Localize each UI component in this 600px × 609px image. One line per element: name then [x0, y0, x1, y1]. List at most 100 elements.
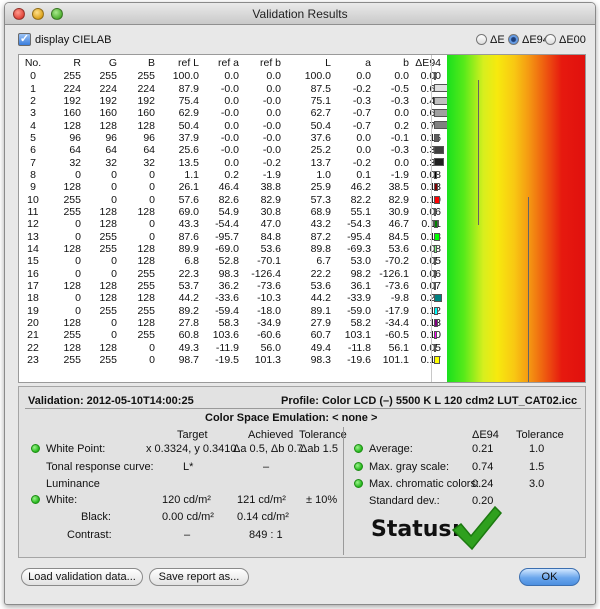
table-cell: -0.0: [262, 94, 281, 107]
average-value: 0.21: [472, 443, 494, 455]
table-cell: 0.0: [224, 94, 239, 107]
table-cell: 50.4: [310, 119, 331, 132]
column-header[interactable]: ref a: [199, 55, 239, 70]
table-cell: -73.6: [257, 280, 281, 293]
table-cell: 103.1: [344, 329, 371, 342]
column-header[interactable]: ref L: [155, 55, 199, 70]
table-cell: -0.5: [390, 82, 409, 95]
delta-e00-label: ΔE00: [559, 34, 586, 46]
column-header[interactable]: G: [81, 55, 117, 70]
table-cell: 0.0: [266, 107, 281, 120]
table-cell: 17: [27, 280, 39, 293]
table-cell: 20: [27, 317, 39, 330]
table-cell: 3: [30, 107, 36, 120]
table-row: 2 192 192 192 75.4 0.0 -0.0 75.1 -0.3 -0.3 0.49: [19, 95, 444, 107]
column-header[interactable]: R: [47, 55, 81, 70]
delta-e-bar: [434, 207, 436, 216]
table-cell: 89.1: [310, 304, 331, 317]
table-cell: 0.0: [356, 144, 371, 157]
delta-e-bar: [434, 232, 440, 241]
column-header[interactable]: b: [371, 55, 409, 70]
table-cell: 128: [99, 119, 117, 132]
table-cell: 128: [137, 292, 155, 305]
results-table-panel[interactable]: No. R G Bref Lref a ref b La b ΔE94 0 255 255 255 1…: [18, 54, 586, 383]
delta-e-radio[interactable]: [476, 34, 487, 45]
table-cell: 53.7: [178, 280, 199, 293]
ok-button[interactable]: OK: [519, 568, 580, 586]
table-cell: -0.3: [390, 94, 409, 107]
table-cell: 53.0: [350, 255, 371, 268]
table-cell: -95.7: [215, 230, 239, 243]
table-row: 9 128 0 0 26.1 46.4 38.8 25.9 46.2 38.5 0.13: [19, 181, 444, 193]
table-cell: -18.0: [257, 304, 281, 317]
white-point-achieved: Δa 0.5, Δb 0.7: [233, 443, 303, 455]
table-cell: 98.3: [218, 267, 239, 280]
table-cell: 192: [63, 94, 81, 107]
table-cell: 25.2: [310, 144, 331, 157]
column-header[interactable]: B: [117, 55, 155, 70]
table-row: 6 64 64 64 25.6 -0.0 -0.0 25.2 0.0 -0.3 0.31: [19, 144, 444, 156]
white-luminance-label: White:: [46, 494, 78, 506]
table-cell: 57.3: [310, 193, 331, 206]
average-label: Average:: [369, 443, 413, 455]
table-row: 1 224 224 224 87.9 -0.0 0.0 87.5 -0.2 -0.5 0.61: [19, 82, 444, 95]
table-cell: -60.5: [385, 329, 409, 342]
table-cell: -19.5: [215, 354, 239, 367]
options-row: ✓ display CIELAB ΔE ΔE94 ΔE00: [5, 25, 595, 51]
table-cell: 0: [149, 230, 155, 243]
table-cell: 14: [27, 242, 39, 255]
column-header[interactable]: ref b: [239, 55, 281, 70]
table-cell: 103.6: [212, 329, 239, 342]
table-cell: -0.2: [262, 156, 281, 169]
table-cell: 0.0: [394, 156, 409, 169]
table-cell: 0.0: [266, 70, 281, 83]
table-cell: 43.3: [178, 218, 199, 231]
table-cell: 0: [75, 267, 81, 280]
trc-achieved: –: [263, 461, 270, 473]
table-cell: 75.4: [178, 94, 199, 107]
delta-e-bar: [434, 319, 438, 327]
table-cell: -0.0: [220, 131, 239, 144]
table-cell: 13: [27, 230, 39, 243]
delta-e-bar: [434, 146, 444, 155]
table-row: 22 128 128 0 49.3 -11.9 56.0 49.4 -11.8 56.1 0.05: [19, 342, 444, 354]
summary-header-divider: [25, 408, 581, 409]
contrast-target: –: [184, 529, 191, 541]
table-cell: 255: [63, 193, 81, 206]
black-luminance-achieved: 0.14 cd/m²: [237, 511, 289, 523]
delta-e00-radio[interactable]: [545, 34, 556, 45]
table-cell: -0.7: [352, 119, 371, 132]
table-cell: 53.6: [310, 280, 331, 293]
table-cell: 58.2: [350, 317, 371, 330]
table-cell: 53.6: [260, 242, 281, 255]
delta-e-bar: [434, 72, 436, 80]
table-cell: 255: [99, 230, 117, 243]
table-row: 17 128 128 255 53.7 36.2 -73.6 53.6 36.1 -73.6 0.0…: [19, 280, 444, 292]
column-header[interactable]: No.: [19, 55, 47, 70]
table-row: 15 0 0 128 6.8 52.8 -70.1 6.7 53.0 -70.2 0.05: [19, 255, 444, 267]
table-row: 18 0 128 128 44.2 -33.6 -10.3 44.2 -33.9 -9.8 0.24: [19, 292, 444, 304]
table-cell: -0.3: [390, 144, 409, 157]
table-row: 14 128 255 128 89.9 -69.0 53.6 89.8 -69.3 53.6 0.0…: [19, 243, 444, 255]
load-validation-data-button[interactable]: Load validation data...: [21, 568, 143, 586]
validation-results-window: Validation Results ✓ display CIELAB ΔE Δ…: [4, 2, 596, 605]
table-cell: 128: [63, 341, 81, 354]
table-cell: 255: [137, 329, 155, 342]
table-cell: -126.1: [379, 267, 409, 280]
table-row: 12 0 128 0 43.3 -54.4 47.0 43.2 -54.3 46.7 0.11: [19, 218, 444, 230]
save-report-button[interactable]: Save report as...: [149, 568, 249, 586]
table-cell: 0: [111, 329, 117, 342]
table-cell: 38.8: [260, 181, 281, 194]
gray-scale-tolerance: 1.5: [529, 461, 545, 473]
column-header[interactable]: L: [281, 55, 331, 70]
table-cell: 128: [99, 292, 117, 305]
table-cell: 255: [137, 280, 155, 293]
delta-e94-radio[interactable]: [508, 34, 519, 45]
display-cielab-checkbox[interactable]: ✓: [18, 33, 31, 46]
table-cell: 5: [30, 131, 36, 144]
table-cell: 7: [30, 156, 36, 169]
title-bar: Validation Results: [5, 3, 595, 25]
table-cell: 160: [99, 107, 117, 120]
column-header[interactable]: a: [331, 55, 371, 70]
table-row: 23 255 255 0 98.7 -19.5 101.3 98.3 -19.6 101.1 0.1…: [19, 354, 444, 366]
